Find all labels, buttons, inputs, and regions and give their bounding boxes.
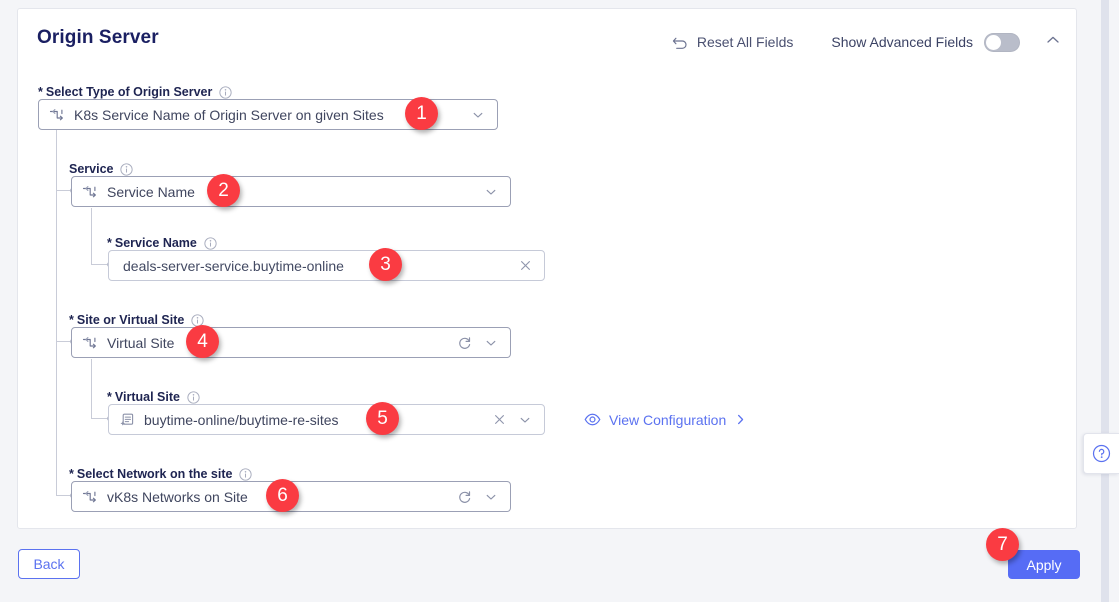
apply-button[interactable]: Apply xyxy=(1008,550,1080,579)
service-name-label-text: Service Name xyxy=(114,236,197,250)
virtual-site-label-text: Virtual Site xyxy=(114,390,180,404)
service-name-label: * Service Name xyxy=(107,236,217,250)
network-label-text: Select Network on the site xyxy=(76,467,233,481)
eye-icon xyxy=(584,411,601,428)
tree-branch-network xyxy=(56,495,71,496)
show-advanced-fields-toggle[interactable] xyxy=(984,32,1020,52)
virtual-site-label: * Virtual Site xyxy=(107,390,200,404)
close-icon[interactable] xyxy=(488,409,510,431)
origin-type-value: K8s Service Name of Origin Server on giv… xyxy=(74,106,384,123)
origin-server-card: Origin Server Reset All Fields Show Adva… xyxy=(17,8,1077,529)
chevron-down-icon[interactable] xyxy=(480,181,502,203)
tree-branch-service-name xyxy=(91,264,108,265)
origin-server-page: Origin Server Reset All Fields Show Adva… xyxy=(0,0,1119,602)
annotation-badge-4: 4 xyxy=(186,325,219,358)
transform-arrows-icon xyxy=(82,489,98,505)
chevron-down-icon[interactable] xyxy=(467,104,489,126)
tree-branch-site xyxy=(56,341,71,342)
chevron-down-icon[interactable] xyxy=(514,409,536,431)
required-marker: * xyxy=(69,467,74,481)
required-marker: * xyxy=(107,390,112,404)
chevron-down-icon[interactable] xyxy=(480,486,502,508)
info-icon[interactable] xyxy=(219,85,233,99)
document-add-icon xyxy=(119,412,135,428)
page-title: Origin Server xyxy=(37,27,159,48)
show-advanced-fields-label: Show Advanced Fields xyxy=(831,34,973,50)
service-name-value: deals-server-service.buytime-online xyxy=(123,257,344,274)
annotation-badge-7: 7 xyxy=(986,528,1019,561)
origin-type-label: * Select Type of Origin Server xyxy=(38,85,233,99)
tree-spine-virtual-site xyxy=(91,359,92,419)
service-value: Service Name xyxy=(107,183,195,200)
help-button[interactable] xyxy=(1083,433,1119,474)
service-label: Service xyxy=(69,162,134,176)
annotation-badge-2: 2 xyxy=(207,174,240,207)
tree-spine-main xyxy=(56,115,57,496)
card-header: Origin Server Reset All Fields Show Adva… xyxy=(18,9,1076,71)
page-scrollbar[interactable] xyxy=(1101,0,1109,602)
site-or-virtual-site-label-text: Site or Virtual Site xyxy=(76,313,185,327)
site-or-virtual-site-select[interactable]: Virtual Site xyxy=(71,327,511,358)
info-icon[interactable] xyxy=(204,236,217,250)
site-or-virtual-site-label: * Site or Virtual Site xyxy=(69,313,204,327)
service-name-input[interactable]: deals-server-service.buytime-online xyxy=(108,250,545,281)
question-circle-icon xyxy=(1092,444,1111,463)
site-or-virtual-site-value: Virtual Site xyxy=(107,334,175,351)
transform-arrows-icon xyxy=(82,184,98,200)
toggle-knob xyxy=(986,34,1001,50)
reset-all-fields-button[interactable]: Reset All Fields xyxy=(668,32,797,52)
transform-arrows-icon xyxy=(82,335,98,351)
view-configuration-link[interactable]: View Configuration xyxy=(584,411,747,428)
annotation-badge-3: 3 xyxy=(369,248,402,281)
scroll-gutter xyxy=(1085,0,1098,602)
back-button[interactable]: Back xyxy=(18,549,80,579)
header-actions: Reset All Fields Show Advanced Fields xyxy=(668,31,1064,53)
network-value: vK8s Networks on Site xyxy=(107,488,248,505)
annotation-badge-1: 1 xyxy=(405,97,438,130)
close-icon[interactable] xyxy=(514,255,536,277)
info-icon[interactable] xyxy=(120,162,134,176)
chevron-right-icon xyxy=(734,413,747,426)
required-marker: * xyxy=(107,236,112,250)
required-marker: * xyxy=(38,85,43,99)
required-marker: * xyxy=(69,313,74,327)
service-label-text: Service xyxy=(69,162,114,176)
transform-arrows-icon xyxy=(49,107,65,123)
network-label: * Select Network on the site xyxy=(69,467,253,481)
collapse-section-button[interactable] xyxy=(1042,31,1064,53)
origin-type-label-text: Select Type of Origin Server xyxy=(45,85,213,99)
annotation-badge-6: 6 xyxy=(266,479,299,512)
chevron-down-icon[interactable] xyxy=(480,332,502,354)
reset-arrow-icon xyxy=(672,35,689,50)
refresh-icon[interactable] xyxy=(454,332,476,354)
info-icon[interactable] xyxy=(239,467,253,481)
reset-all-fields-label: Reset All Fields xyxy=(696,34,794,50)
refresh-icon[interactable] xyxy=(454,486,476,508)
tree-spine-service xyxy=(91,208,92,265)
virtual-site-select[interactable]: buytime-online/buytime-re-sites xyxy=(108,404,545,435)
tree-branch-service xyxy=(56,190,71,191)
service-select[interactable]: Service Name xyxy=(71,176,511,207)
annotation-badge-5: 5 xyxy=(366,402,399,435)
chevron-up-icon xyxy=(1045,32,1061,53)
virtual-site-value: buytime-online/buytime-re-sites xyxy=(144,411,339,428)
info-icon[interactable] xyxy=(187,390,200,404)
tree-branch-virtual-site xyxy=(91,418,108,419)
view-configuration-label: View Configuration xyxy=(609,411,727,428)
